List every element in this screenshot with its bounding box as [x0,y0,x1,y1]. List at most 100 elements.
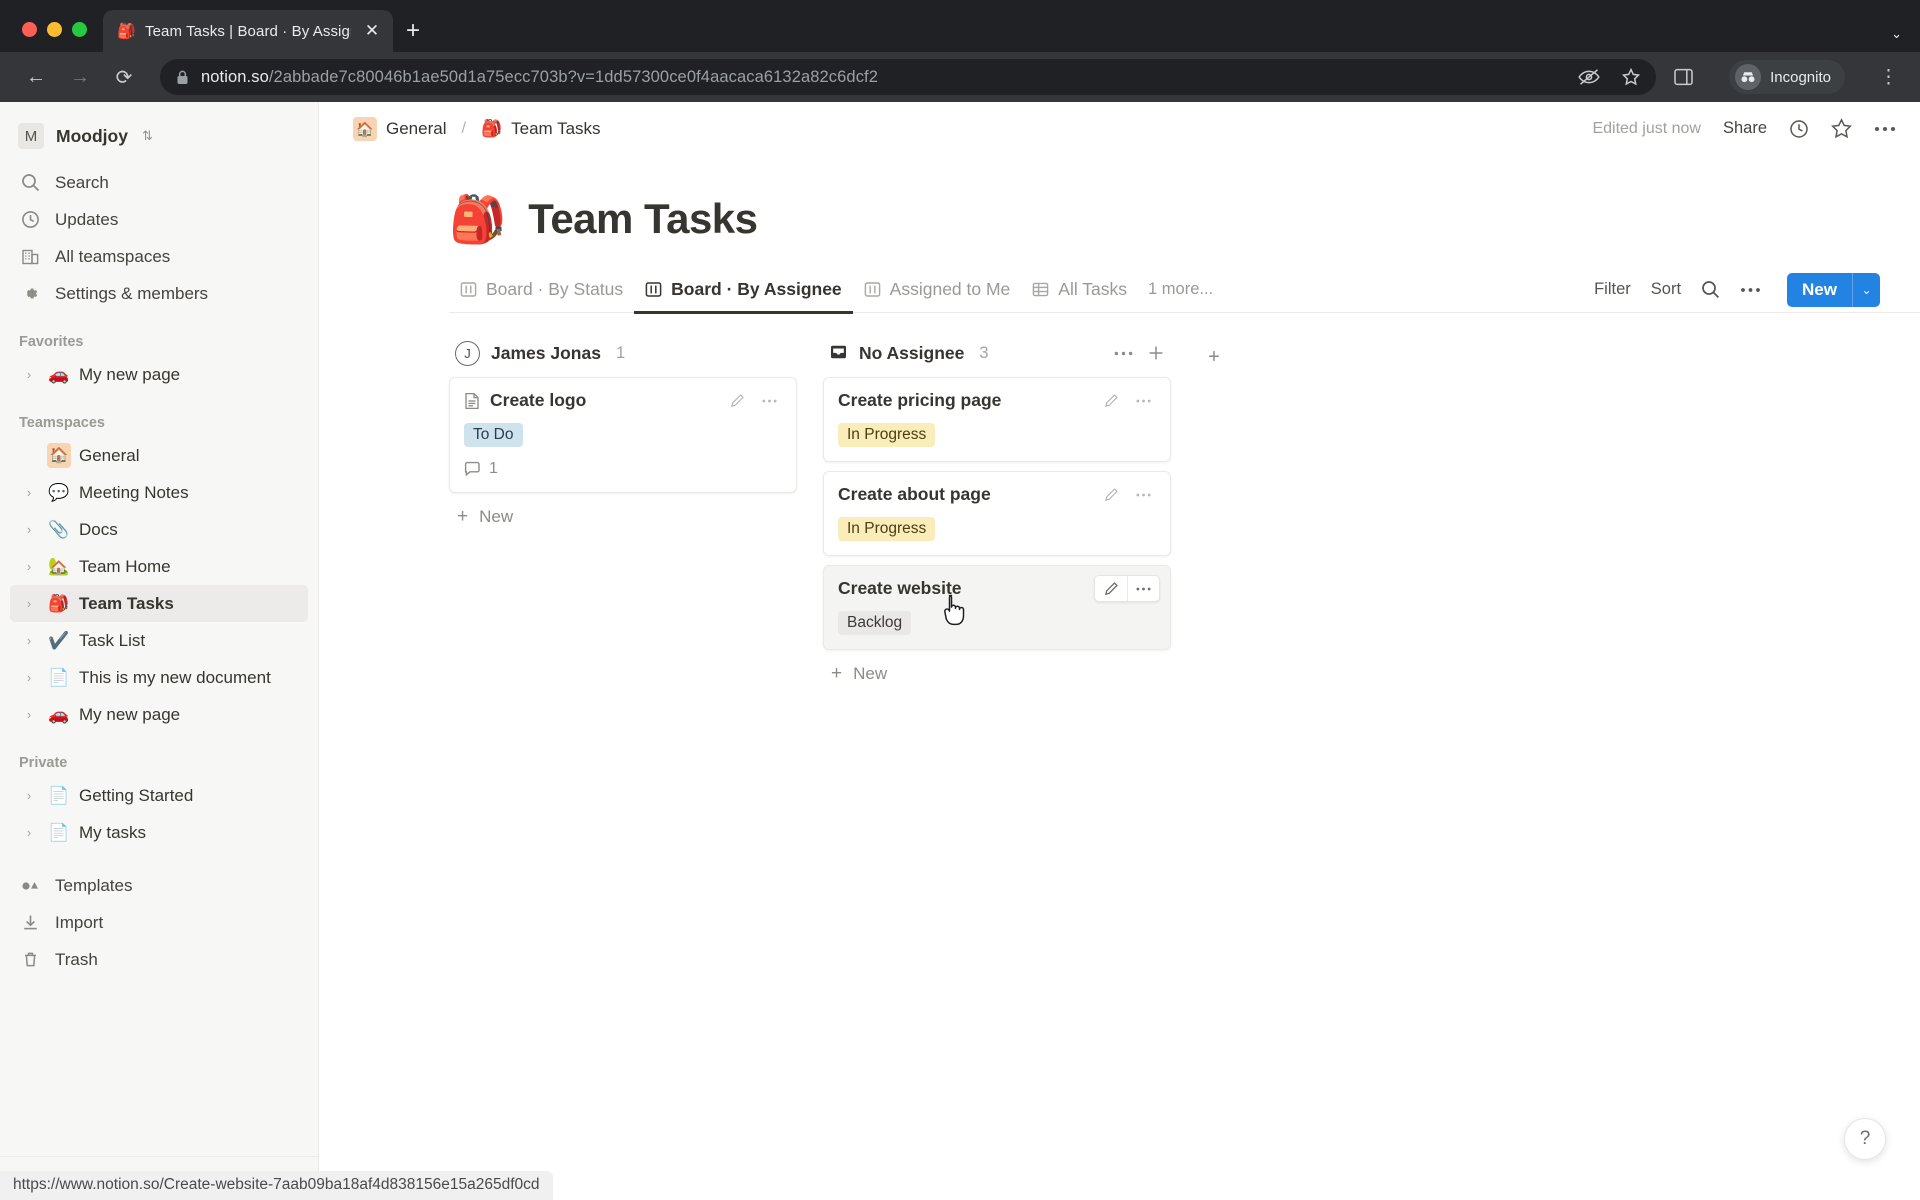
more-views-button[interactable]: 1 more... [1138,280,1223,299]
sidebar-item-trash[interactable]: Trash [10,941,308,978]
expand-chevron-right-icon[interactable]: › [19,522,39,537]
tab-assigned-to-me[interactable]: Assigned to Me [853,267,1022,313]
more-options-icon[interactable] [1127,388,1159,413]
filter-button[interactable]: Filter [1594,280,1631,299]
new-button[interactable]: New [1787,273,1852,307]
expand-chevron-right-icon[interactable]: › [19,788,39,803]
page-title[interactable]: Team Tasks [528,195,758,243]
new-button-chevron-down-icon[interactable]: ⌄ [1852,272,1880,307]
minimize-window-button[interactable] [47,22,62,37]
card-hover-actions[interactable] [720,387,786,414]
sidebar-item-getting-started[interactable]: › 📄 Getting Started [10,777,308,814]
close-window-button[interactable] [22,22,37,37]
board-card[interactable]: Create logo To Do 1 [449,377,797,493]
third-party-cookie-blocked-icon[interactable] [1578,68,1600,86]
more-options-icon[interactable] [753,388,785,413]
tab-board-by-assignee[interactable]: Board · By Assignee [634,267,853,314]
card-hover-actions[interactable] [1094,387,1160,414]
new-card-label: New [479,507,514,526]
page-emoji-icon[interactable]: 🎒 [449,196,506,242]
tab-all-tasks[interactable]: All Tasks [1021,267,1138,313]
column-header[interactable]: J James Jonas 1 [449,335,797,371]
column-new-card-button[interactable]: + New [823,654,1171,694]
expand-chevron-right-icon[interactable]: › [19,596,39,611]
address-bar[interactable]: notion.so/2abbade7c80046b1ae50d1a75ecc70… [160,59,1657,95]
sidebar-item-search[interactable]: Search [10,164,308,201]
tab-board-by-status[interactable]: Board · By Status [449,267,634,313]
sidebar-item-task-list[interactable]: › ✔️ Task List [10,622,308,659]
new-tab-button[interactable]: + [393,10,433,52]
pencil-icon[interactable] [721,388,753,413]
more-options-icon[interactable] [1740,287,1761,293]
column-cards: Create pricing page In Progress Create a… [823,377,1171,650]
column-new-card-button[interactable]: + New [449,497,797,537]
board-card[interactable]: Create website Backlog [823,565,1171,650]
expand-chevron-right-icon[interactable]: › [19,559,39,574]
sidebar-item-meeting-notes[interactable]: › 💬 Meeting Notes [10,474,308,511]
sidebar-item-this-is-my-new-document[interactable]: › 📄 This is my new document [10,659,308,696]
sidebar-item-docs[interactable]: › 📎 Docs [10,511,308,548]
column-add-card-icon[interactable] [1147,344,1165,362]
breadcrumb-item-general[interactable]: 🏠 General [347,114,452,144]
reload-button[interactable]: ⟳ [104,57,144,97]
pencil-icon[interactable] [1095,482,1127,507]
chevron-updown-icon: ⇅ [141,128,153,143]
sidebar-item-settings-members[interactable]: Settings & members [10,275,308,312]
browser-tab[interactable]: 🎒 Team Tasks | Board · By Assign ✕ [103,10,393,52]
search-icon[interactable] [1701,280,1720,299]
column-header[interactable]: No Assignee 3 [823,335,1171,371]
pencil-icon[interactable] [1095,576,1127,601]
share-button[interactable]: Share [1723,119,1767,138]
pencil-icon[interactable] [1095,388,1127,413]
side-panel-icon[interactable] [1674,68,1693,86]
more-options-icon[interactable] [1127,576,1159,601]
tab-list-chevron-down-icon[interactable]: ⌄ [1891,26,1902,42]
page-emoji-icon: 📄 [48,786,70,805]
more-options-icon[interactable] [1874,126,1896,132]
board-card[interactable]: Create pricing page In Progress [823,377,1171,462]
view-tab-label: Assigned to Me [889,279,1011,299]
column-more-options-icon[interactable] [1114,351,1133,356]
expand-chevron-right-icon[interactable]: › [19,633,39,648]
sidebar-item-all-teamspaces[interactable]: All teamspaces [10,238,308,275]
expand-chevron-right-icon[interactable]: › [19,825,39,840]
page-emoji-icon: 🎒 [480,119,503,138]
sidebar-item-label: Team Tasks [79,593,174,613]
expand-chevron-right-icon[interactable]: › [19,670,39,685]
sidebar-item-templates[interactable]: Templates [10,867,308,904]
help-button[interactable]: ? [1844,1118,1886,1160]
incognito-profile-button[interactable]: Incognito [1729,60,1845,94]
sidebar-item-team-home[interactable]: › 🏡 Team Home [10,548,308,585]
updates-clock-icon[interactable] [1789,119,1809,139]
sort-button[interactable]: Sort [1651,280,1681,299]
maximize-window-button[interactable] [72,22,87,37]
back-button[interactable]: ← [16,57,56,97]
breadcrumb-item-team-tasks[interactable]: 🎒 Team Tasks [475,116,607,142]
sidebar-item-import[interactable]: Import [10,904,308,941]
card-hover-actions[interactable] [1094,481,1160,508]
expand-chevron-right-icon[interactable]: › [19,707,39,722]
expand-chevron-right-icon[interactable]: › [19,485,39,500]
add-column-button[interactable]: + [1197,340,1231,374]
expand-chevron-right-icon[interactable]: › [19,367,39,382]
column-cards: Create logo To Do 1 [449,377,797,493]
sidebar-item-team-tasks[interactable]: › 🎒 Team Tasks [10,585,308,622]
new-button-group[interactable]: New ⌄ [1787,272,1880,307]
browser-menu-icon[interactable]: ⋮ [1873,66,1904,89]
sidebar-item-my-new-page[interactable]: › 🚗 My new page [10,696,308,733]
favorite-star-icon[interactable] [1831,118,1852,139]
workspace-switcher[interactable]: M Moodjoy ⇅ [10,114,308,158]
plus-icon: + [457,506,469,527]
bookmark-star-icon[interactable] [1622,68,1641,86]
sidebar-item-updates[interactable]: Updates [10,201,308,238]
sidebar-item-general[interactable]: › 🏠 General [10,437,308,474]
tab-close-icon[interactable]: ✕ [361,21,383,41]
sidebar-item-my-tasks[interactable]: › 📄 My tasks [10,814,308,851]
page-emoji-icon: 📄 [48,823,70,842]
card-hover-actions[interactable] [1094,575,1160,602]
page-emoji-icon: 💬 [48,483,70,502]
board-card[interactable]: Create about page In Progress [823,471,1171,556]
more-options-icon[interactable] [1127,482,1159,507]
sidebar-item-my-new-page-favorite[interactable]: › 🚗 My new page [10,356,308,393]
forward-button[interactable]: → [60,57,100,97]
